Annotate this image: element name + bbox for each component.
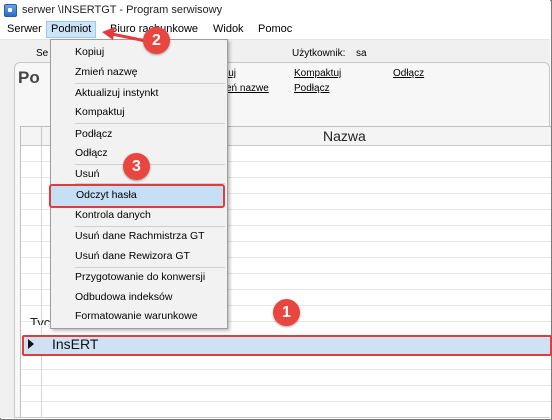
panel-title: Po xyxy=(18,68,40,87)
grid-row-insert-name[interactable]: InsERT xyxy=(52,336,98,352)
app-icon xyxy=(4,4,17,17)
link-zmien-nazwe[interactable]: eń nazwe xyxy=(226,83,269,94)
menu-item-usun[interactable]: Usuń xyxy=(75,168,100,180)
menu-pomoc[interactable]: Pomoc xyxy=(254,22,296,37)
menu-item-podlacz[interactable]: Podłącz xyxy=(75,128,112,140)
menu-item-odbudowa-indeksow[interactable]: Odbudowa indeksów xyxy=(75,291,172,303)
menu-serwer[interactable]: Serwer xyxy=(3,22,46,37)
menu-widok[interactable]: Widok xyxy=(209,22,248,37)
menu-bar: Serwer Podmiot Biuro rachunkowe Widok Po… xyxy=(0,20,550,40)
current-row-arrow-icon xyxy=(28,339,34,349)
link-kompaktuj[interactable]: Kompaktuj xyxy=(294,68,341,79)
grid-row-selected[interactable] xyxy=(22,335,552,356)
menu-item-kompaktuj[interactable]: Kompaktuj xyxy=(75,106,125,118)
menu-podmiot[interactable]: Podmiot xyxy=(46,21,97,38)
menu-separator xyxy=(75,164,225,165)
menu-item-usun-dane-rachmistrza[interactable]: Usuń dane Rachmistrza GT xyxy=(75,230,205,242)
menu-item-zmien-nazwe[interactable]: Zmień nazwę xyxy=(75,66,137,78)
menu-separator xyxy=(75,83,225,84)
link-odlacz[interactable]: Odłącz xyxy=(393,68,424,79)
menu-separator xyxy=(75,226,225,227)
menu-item-przygotowanie-do-konwersji[interactable]: Przygotowanie do konwersji xyxy=(75,271,205,283)
user-label: Użytkownik: xyxy=(292,48,346,59)
menu-separator xyxy=(75,267,225,268)
row-selector-column xyxy=(41,146,42,417)
callout-badge-2: 2 xyxy=(143,27,170,54)
row-selector-header xyxy=(21,127,42,145)
column-header-nazwa[interactable]: Nazwa xyxy=(323,128,366,144)
menu-item-odczyt-hasla[interactable]: Odczyt hasła xyxy=(76,189,137,201)
menu-separator xyxy=(75,123,225,124)
user-value: sa xyxy=(356,48,367,59)
menu-item-aktualizuj-instynkt[interactable]: Aktualizuj instynkt xyxy=(75,87,158,99)
menu-item-odlacz[interactable]: Odłącz xyxy=(75,147,108,159)
menu-item-formatowanie-warunkowe[interactable]: Formatowanie warunkowe xyxy=(75,310,198,322)
link-podlacz[interactable]: Podłącz xyxy=(294,83,330,94)
callout-badge-1: 1 xyxy=(273,299,300,326)
strip-label: Se xyxy=(36,48,49,59)
callout-badge-3: 3 xyxy=(123,153,150,180)
menu-item-usun-dane-rewizora[interactable]: Usuń dane Rewizora GT xyxy=(75,250,190,262)
title-bar: serwer \INSERTGT - Program serwisowy xyxy=(0,0,550,20)
menu-item-kopiuj[interactable]: Kopiuj xyxy=(75,46,104,58)
window-title: serwer \INSERTGT - Program serwisowy xyxy=(22,4,223,16)
menu-item-kontrola-danych[interactable]: Kontrola danych xyxy=(75,209,151,221)
